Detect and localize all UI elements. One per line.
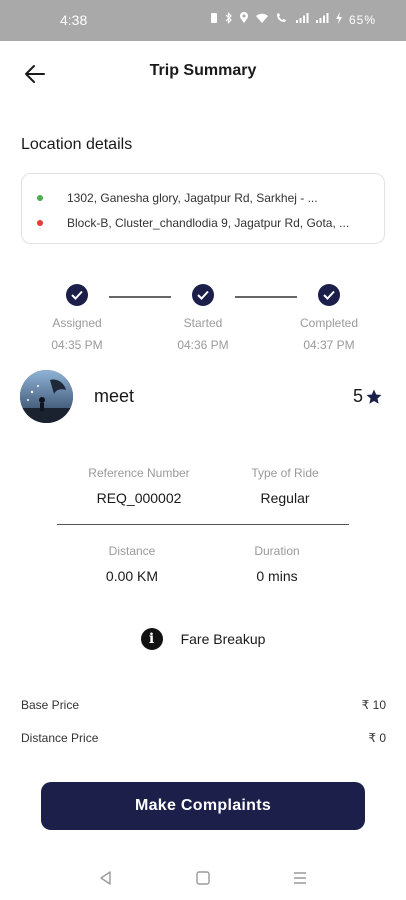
timeline-time: 04:37 PM	[303, 338, 355, 352]
triangle-back-icon	[100, 871, 111, 885]
info-icon: i	[140, 628, 163, 650]
ride-type-cell: Type of Ride Regular	[205, 466, 365, 506]
drop-address: Block-B, Cluster_chandlodia 9, Jagatpur …	[67, 216, 350, 230]
app-bar: Trip Summary	[0, 52, 406, 96]
check-circle-icon	[66, 284, 88, 306]
reference-cell: Reference Number REQ_000002	[59, 466, 219, 506]
timeline-step-completed: Completed 04:37 PM	[279, 284, 379, 352]
fare-label: Base Price	[21, 698, 80, 712]
nav-recents-button[interactable]	[288, 866, 312, 890]
ride-type-label: Type of Ride	[251, 466, 319, 480]
duration-value: 0 mins	[256, 568, 298, 584]
signal-icon	[315, 12, 329, 27]
fare-breakup-title: Fare Breakup	[180, 631, 266, 647]
status-bar: 4:38 65%	[0, 0, 406, 41]
wifi-call-icon	[275, 12, 289, 27]
duration-label: Duration	[254, 544, 300, 558]
timeline-time: 04:36 PM	[177, 338, 229, 352]
timeline-label: Completed	[299, 316, 359, 330]
reference-label: Reference Number	[88, 466, 190, 480]
drop-row: Block-B, Cluster_chandlodia 9, Jagatpur …	[22, 212, 384, 234]
fare-row-base-price: Base Price ₹ 10	[21, 698, 386, 712]
star-icon	[366, 389, 382, 404]
driver-name: meet	[94, 386, 135, 406]
fare-breakup-header: i Fare Breakup	[0, 628, 406, 650]
timeline-label: Started	[183, 316, 223, 330]
pickup-address: 1302, Ganesha glory, Jagatpur Rd, Sarkhe…	[67, 191, 318, 205]
bluetooth-icon	[225, 12, 233, 27]
timeline-time: 04:35 PM	[51, 338, 103, 352]
fare-value: ₹ 0	[368, 731, 386, 745]
distance-value: 0.00 KM	[105, 568, 159, 584]
timeline-label: Assigned	[52, 316, 102, 330]
rating-value: 5	[352, 386, 363, 406]
battery-text: 65%	[348, 12, 376, 27]
check-circle-icon	[318, 284, 340, 306]
square-home-icon	[196, 871, 210, 885]
ride-type-value: Regular	[260, 490, 310, 506]
charging-icon	[335, 12, 343, 27]
fare-label: Distance Price	[21, 731, 99, 745]
distance-cell: Distance 0.00 KM	[52, 544, 212, 584]
location-section-title: Location details	[21, 136, 133, 153]
status-icons: 65%	[209, 12, 376, 27]
fare-value: ₹ 10	[361, 698, 386, 712]
status-time: 4:38	[60, 12, 88, 28]
fare-row-distance-price: Distance Price ₹ 0	[21, 731, 386, 745]
pickup-dot-icon	[37, 195, 43, 201]
nav-back-button[interactable]	[94, 866, 118, 890]
driver-row: meet 5	[20, 370, 386, 424]
divider	[57, 524, 349, 525]
signal-icon	[295, 12, 309, 27]
menu-lines-icon	[294, 872, 306, 884]
drop-dot-icon	[37, 220, 43, 226]
make-complaints-button[interactable]: Make Complaints	[41, 782, 365, 830]
location-card: 1302, Ganesha glory, Jagatpur Rd, Sarkhe…	[21, 173, 385, 244]
driver-rating: 5	[353, 386, 383, 407]
distance-label: Distance	[108, 544, 156, 558]
page-title: Trip Summary	[149, 62, 257, 79]
system-nav-bar	[0, 858, 406, 900]
vibrate-icon	[209, 12, 219, 27]
avatar	[20, 370, 73, 423]
check-circle-icon	[192, 284, 214, 306]
timeline-step-assigned: Assigned 04:35 PM	[27, 284, 127, 352]
duration-cell: Duration 0 mins	[197, 544, 357, 584]
location-icon	[239, 12, 249, 27]
pickup-row: 1302, Ganesha glory, Jagatpur Rd, Sarkhe…	[22, 187, 384, 209]
nav-home-button[interactable]	[191, 866, 215, 890]
timeline-step-started: Started 04:36 PM	[153, 284, 253, 352]
wifi-icon	[255, 12, 269, 27]
trip-timeline: Assigned 04:35 PM Started 04:36 PM Compl…	[0, 284, 406, 364]
reference-value: REQ_000002	[96, 490, 182, 506]
